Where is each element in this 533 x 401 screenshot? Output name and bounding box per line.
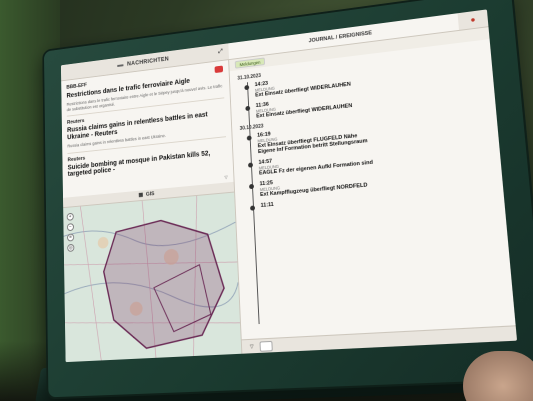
laptop: ▬ Nachrichten ⤢ BBB-EFF Restrictions dan… <box>34 0 533 401</box>
news-icon: ▬ <box>117 61 124 69</box>
layers-icon[interactable]: ≡ <box>67 233 75 242</box>
locate-icon[interactable]: ◎ <box>67 243 75 252</box>
right-column: Journal / Ereignisse ● Meldungen 31.10.2… <box>228 9 518 354</box>
news-feed: BBB-EFF Restrictions dans le trafic ferr… <box>61 60 234 198</box>
gis-pane: ▦ GIS + − ≡ ◎ <box>63 181 242 363</box>
alert-badge <box>214 65 224 74</box>
map-canvas[interactable] <box>63 192 242 363</box>
gis-title: GIS <box>145 191 155 198</box>
map-tools: + − ≡ ◎ <box>66 212 75 252</box>
zoom-in-icon[interactable]: + <box>66 212 74 221</box>
app-screen: ▬ Nachrichten ⤢ BBB-EFF Restrictions dan… <box>60 9 518 363</box>
news-source: Reuters <box>66 118 85 127</box>
map-icon: ▦ <box>138 192 144 199</box>
journal-timeline: 31.10.2023 14:23 Meldung Ext Einsatz übe… <box>229 39 516 340</box>
journal-footer-button[interactable] <box>259 340 274 352</box>
filter-icon[interactable]: ▽ <box>250 343 254 349</box>
news-source: Reuters <box>67 155 86 163</box>
news-pane-title: Nachrichten <box>127 56 170 68</box>
map-view[interactable]: + − ≡ ◎ <box>63 192 242 363</box>
left-column: BBB-EFF Restrictions dans le trafic ferr… <box>61 60 243 363</box>
tab-journal-label: Journal / Ereignisse <box>308 29 373 44</box>
filter-icon[interactable]: ▽ <box>224 175 228 181</box>
zoom-out-icon[interactable]: − <box>66 223 74 232</box>
expand-icon[interactable]: ⤢ <box>218 49 223 56</box>
